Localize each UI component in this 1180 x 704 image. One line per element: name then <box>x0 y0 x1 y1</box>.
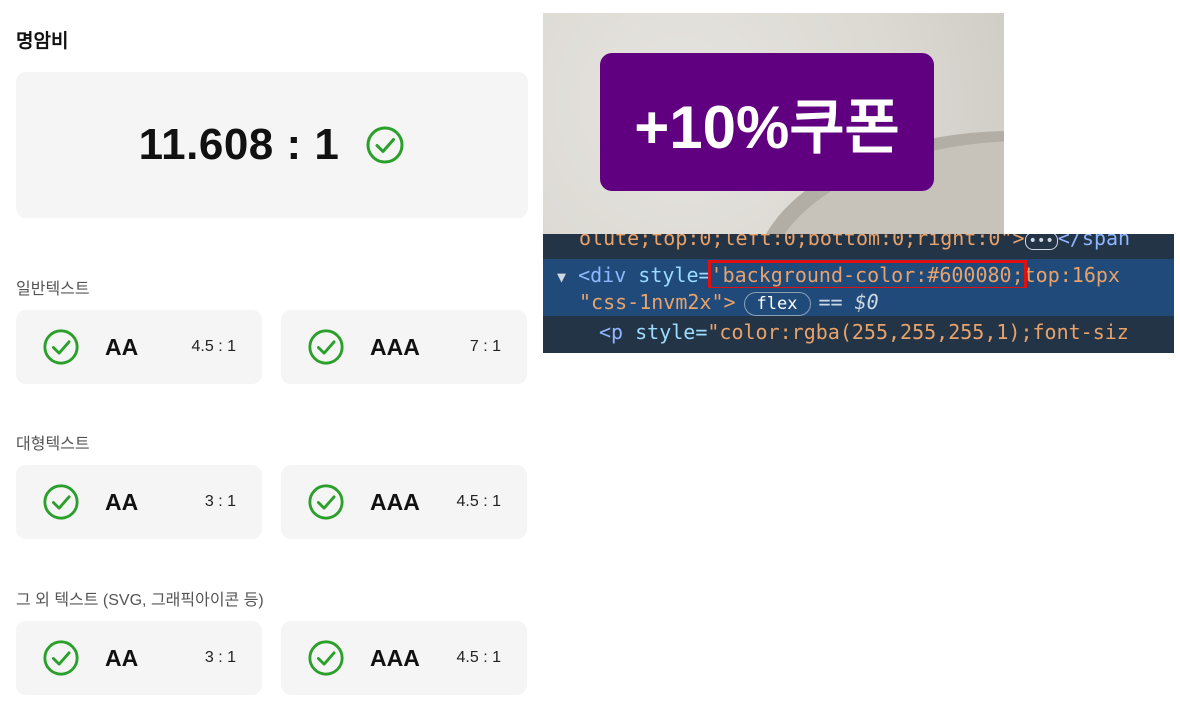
code-line-selected[interactable]: "css-1nvm2x"> flex == $0 <box>543 288 1174 316</box>
level-card-aaa: AAA 7 : 1 <box>281 310 527 384</box>
required-ratio: 3 : 1 <box>204 493 236 510</box>
required-ratio: 4.5 : 1 <box>456 493 501 510</box>
check-circle-icon <box>307 483 345 521</box>
code-line: olute;top:0;left:0;bottom:0;right:0"> •••… <box>579 234 1130 250</box>
level-name: AAA <box>370 334 420 360</box>
coupon-screenshot: +10%쿠폰 <box>543 13 1004 234</box>
check-circle-icon <box>307 328 345 366</box>
code-attr: style= <box>635 320 708 344</box>
check-circle-icon <box>42 328 80 366</box>
level-card-aa: AA 4.5 : 1 <box>16 310 262 384</box>
level-name: AA <box>105 645 139 671</box>
ellipsis-badge[interactable]: ••• <box>1024 234 1058 250</box>
check-circle-icon <box>307 639 345 677</box>
level-name: AAA <box>370 489 420 515</box>
flex-badge[interactable]: flex <box>743 292 811 316</box>
check-circle-icon <box>365 125 405 165</box>
devtools-snippet: olute;top:0;left:0;bottom:0;right:0"> •••… <box>543 234 1174 353</box>
section-label-large-text: 대형텍스트 <box>16 436 90 453</box>
code-text: olute;top:0;left:0;bottom:0;right:0"> <box>579 234 1025 250</box>
section-label-normal-text: 일반텍스트 <box>16 281 90 298</box>
code-selected-ref: == $0 <box>818 290 879 314</box>
code-tag: </span <box>1057 234 1131 250</box>
section-label-other-text: 그 외 텍스트 (SVG, 그래픽아이콘 등) <box>16 592 264 609</box>
required-ratio: 4.5 : 1 <box>456 649 501 666</box>
required-ratio: 3 : 1 <box>204 649 236 666</box>
code-value: top:16px <box>1023 263 1120 287</box>
highlighted-style: 'background-color:#600080; <box>707 260 1027 290</box>
level-card-aaa: AAA 4.5 : 1 <box>281 465 527 539</box>
level-card-aa: AA 3 : 1 <box>16 621 262 695</box>
level-name: AAA <box>370 645 420 671</box>
required-ratio: 7 : 1 <box>469 338 501 355</box>
contrast-ratio-value: 11.608 : 1 <box>138 120 340 169</box>
code-class-value: "css-1nvm2x"> <box>579 290 736 314</box>
code-attr: style= <box>638 263 711 287</box>
level-card-aa: AA 3 : 1 <box>16 465 262 539</box>
contrast-ratio-card: 11.608 : 1 <box>16 72 528 218</box>
level-card-aaa: AAA 4.5 : 1 <box>281 621 527 695</box>
code-value: "color:rgba(255,255,255,1);font-siz <box>707 320 1129 344</box>
code-tag: <p <box>599 320 636 344</box>
code-line: <p style="color:rgba(255,255,255,1);font… <box>599 320 1129 344</box>
check-circle-icon <box>42 483 80 521</box>
code-tag: <div <box>578 263 639 287</box>
coupon-badge: +10%쿠폰 <box>600 53 934 191</box>
contrast-heading: 명암비 <box>16 31 69 52</box>
expand-triangle-icon[interactable]: ▼ <box>557 268 566 286</box>
required-ratio: 4.5 : 1 <box>191 338 236 355</box>
code-line-selected[interactable]: ▼ <div style='background-color:#600080;t… <box>543 259 1174 291</box>
check-circle-icon <box>42 639 80 677</box>
level-name: AA <box>105 334 139 360</box>
level-name: AA <box>105 489 139 515</box>
